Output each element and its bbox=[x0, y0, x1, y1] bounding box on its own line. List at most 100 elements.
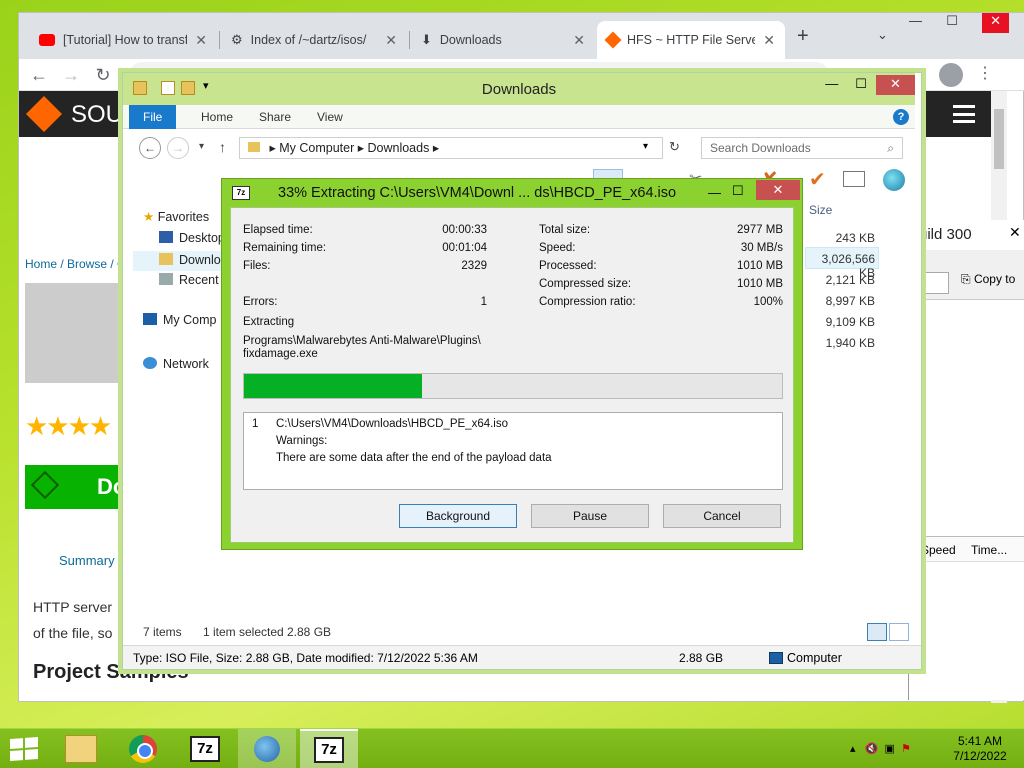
description-text: of the file, so bbox=[33, 625, 113, 641]
window-controls: — ☐ ✕ bbox=[909, 13, 1009, 33]
scrollbar-thumb[interactable] bbox=[994, 109, 1004, 169]
breadcrumb-downloads[interactable]: Downloads bbox=[368, 141, 430, 155]
tab-view[interactable]: View bbox=[303, 105, 357, 129]
log-warnings: Warnings: bbox=[276, 435, 328, 447]
tab-strip: [Tutorial] How to transfer ✕ ⚙ Index of … bbox=[19, 13, 1024, 59]
hamburger-menu-icon[interactable] bbox=[953, 105, 975, 123]
sourceforge-logo-icon[interactable] bbox=[25, 95, 63, 133]
nav-downloads[interactable]: Downlo bbox=[133, 251, 233, 271]
nav-label: Downlo bbox=[179, 253, 221, 267]
errors-value: 1 bbox=[480, 296, 487, 308]
profile-icon[interactable] bbox=[939, 63, 963, 87]
star-icon: ★ bbox=[143, 210, 155, 224]
search-icon: ⌕ bbox=[887, 141, 894, 155]
tab-downloads[interactable]: ⬇ Downloads ✕ bbox=[411, 21, 595, 59]
tab-home[interactable]: Home bbox=[187, 105, 247, 129]
close-icon[interactable]: ✕ bbox=[756, 180, 800, 200]
tab-youtube[interactable]: [Tutorial] How to transfer ✕ bbox=[29, 21, 217, 59]
close-icon[interactable]: ✕ bbox=[763, 32, 775, 49]
tab-index-isos[interactable]: ⚙ Index of /~dartz/isos/ ✕ bbox=[221, 21, 407, 59]
details-view-icon[interactable] bbox=[867, 623, 887, 641]
file-size: 243 KB bbox=[835, 231, 875, 245]
desktop-icon bbox=[159, 231, 173, 243]
taskbar-7zip[interactable]: 7z bbox=[176, 729, 234, 768]
cancel-button[interactable]: Cancel bbox=[663, 504, 781, 528]
volume-muted-icon[interactable]: 🔇 bbox=[865, 743, 879, 755]
taskbar-7zip-extract[interactable]: 7z bbox=[300, 729, 358, 768]
progress-fill bbox=[244, 374, 422, 398]
breadcrumb[interactable]: Home / Browse / C bbox=[25, 257, 126, 271]
tab-file[interactable]: File bbox=[129, 105, 177, 129]
nav-favorites[interactable]: ★ Favorites bbox=[143, 209, 209, 224]
column-size[interactable]: Size bbox=[809, 203, 832, 217]
window-controls: — ☐ ✕ bbox=[817, 75, 916, 95]
minimize-icon[interactable]: — bbox=[817, 75, 846, 95]
column-time[interactable]: Time... bbox=[971, 543, 1007, 557]
chevron-down-icon[interactable]: ⌄ bbox=[877, 27, 888, 43]
nav-my-computer[interactable]: My Comp bbox=[143, 313, 216, 327]
explorer-titlebar: ▾ Downloads — ☐ ✕ bbox=[123, 73, 916, 105]
breadcrumb-sep: ▸ bbox=[432, 141, 440, 155]
background-button[interactable]: Background bbox=[399, 504, 517, 528]
speed-label: Speed: bbox=[539, 242, 576, 254]
chevron-down-icon[interactable]: ▾ bbox=[199, 141, 204, 152]
forward-icon[interactable]: → bbox=[59, 63, 83, 87]
close-icon[interactable]: ✕ bbox=[385, 32, 397, 49]
7zip-icon: 7z bbox=[190, 736, 220, 762]
minimize-icon[interactable]: — bbox=[909, 13, 922, 33]
close-icon[interactable]: ✕ bbox=[982, 13, 1009, 33]
tab-hfs[interactable]: HFS ~ HTTP File Server ✕ bbox=[597, 21, 785, 59]
tab-share[interactable]: Share bbox=[245, 105, 305, 129]
maximize-icon[interactable]: ☐ bbox=[946, 13, 958, 33]
help-icon[interactable]: ? bbox=[893, 109, 909, 125]
forward-icon[interactable]: → bbox=[167, 137, 189, 159]
file-explorer-icon bbox=[65, 735, 97, 763]
tab-summary[interactable]: Summary bbox=[59, 553, 115, 568]
column-speed[interactable]: Speed bbox=[921, 543, 956, 557]
taskbar-file-explorer[interactable] bbox=[52, 729, 110, 768]
breadcrumb-sep: ▸ bbox=[357, 141, 368, 155]
maximize-icon[interactable]: ☐ bbox=[732, 183, 744, 199]
close-icon[interactable]: ✕ bbox=[195, 32, 207, 49]
menu-icon[interactable]: ⋮ bbox=[977, 63, 993, 83]
taskbar-chrome[interactable] bbox=[114, 729, 172, 768]
close-icon[interactable]: ✕ bbox=[573, 32, 585, 49]
back-icon[interactable]: ← bbox=[27, 63, 51, 87]
system-tray: ▴ 🔇 ▣ ⚑ bbox=[850, 742, 911, 755]
new-tab-icon[interactable]: + bbox=[797, 25, 809, 48]
nav-recent[interactable]: Recent p bbox=[159, 273, 229, 287]
7zip-extract-dialog: 7z 33% Extracting C:\Users\VM4\Downl ...… bbox=[221, 178, 803, 550]
address-row: ← → ▾ ↑ ▸ My Computer ▸ Downloads ▸ ▾ ↻ … bbox=[123, 129, 915, 167]
chevron-up-icon[interactable]: ▴ bbox=[850, 743, 856, 755]
close-icon[interactable]: ✕ bbox=[875, 75, 916, 95]
message-log[interactable]: 1 C:\Users\VM4\Downloads\HBCD_PE_x64.iso… bbox=[243, 412, 783, 490]
globe-icon[interactable] bbox=[883, 169, 905, 191]
up-icon[interactable]: ↑ bbox=[219, 139, 226, 155]
speed-value: 30 MB/s bbox=[740, 242, 783, 254]
chevron-down-icon[interactable]: ▾ bbox=[643, 141, 648, 152]
nav-desktop[interactable]: Desktop bbox=[159, 231, 225, 245]
breadcrumb-sep: ▸ bbox=[269, 141, 280, 155]
properties-icon[interactable] bbox=[843, 171, 865, 187]
large-icons-view-icon[interactable] bbox=[889, 623, 909, 641]
minimize-icon[interactable]: — bbox=[708, 185, 721, 200]
taskbar-network-app[interactable] bbox=[238, 729, 296, 768]
breadcrumb-my-computer[interactable]: My Computer bbox=[279, 141, 354, 155]
copy-to-button[interactable]: ⎘ Copy to bbox=[961, 272, 1015, 287]
maximize-icon[interactable]: ☐ bbox=[846, 75, 875, 95]
back-icon[interactable]: ← bbox=[139, 137, 161, 159]
network-status-icon[interactable]: ▣ bbox=[885, 743, 895, 755]
dialog-body: Elapsed time: 00:00:33 Remaining time: 0… bbox=[230, 207, 794, 543]
reload-icon[interactable]: ↻ bbox=[91, 63, 115, 87]
taskbar-clock[interactable]: 5:41 AM 7/12/2022 bbox=[940, 734, 1020, 764]
check-icon[interactable]: ✔ bbox=[809, 167, 826, 192]
search-input[interactable]: Search Downloads ⌕ bbox=[701, 137, 903, 159]
project-icon bbox=[25, 283, 125, 383]
explorer-address-bar[interactable]: ▸ My Computer ▸ Downloads ▸ bbox=[239, 137, 663, 159]
close-icon[interactable]: ✕ bbox=[1009, 224, 1021, 241]
pause-button[interactable]: Pause bbox=[531, 504, 649, 528]
action-center-icon[interactable]: ⚑ bbox=[901, 743, 911, 755]
refresh-icon[interactable]: ↻ bbox=[669, 139, 680, 155]
windows-start-icon[interactable] bbox=[10, 737, 38, 761]
nav-network[interactable]: Network bbox=[143, 357, 209, 371]
